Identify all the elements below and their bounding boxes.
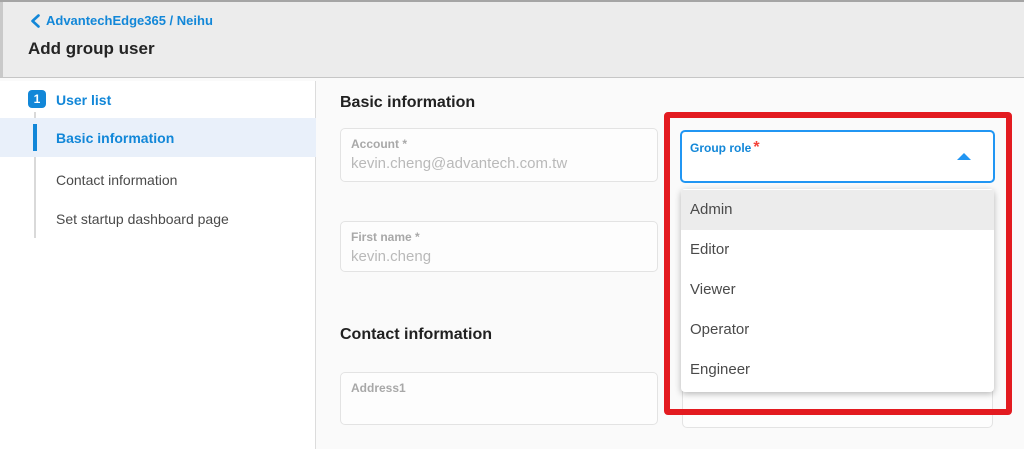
required-asterisk: *: [753, 139, 760, 156]
sidebar-item-user-list[interactable]: 1 User list: [0, 89, 316, 113]
dropdown-option-operator[interactable]: Operator: [681, 310, 994, 350]
sidebar-item-basic-information[interactable]: Basic information: [0, 118, 316, 157]
address1-label: Address1: [351, 381, 406, 395]
group-role-select[interactable]: Group role *: [680, 130, 995, 183]
sidebar-item-label: Contact information: [56, 171, 178, 188]
account-value: kevin.cheng@advantech.com.tw: [351, 155, 568, 172]
page-header: AdvantechEdge365 / Neihu Add group user: [0, 0, 1024, 78]
section-heading-basic-information: Basic information: [340, 94, 476, 111]
sidebar-item-contact-information[interactable]: Contact information: [0, 160, 316, 199]
add-group-user-page: AdvantechEdge365 / Neihu Add group user …: [0, 0, 1024, 449]
group-role-dropdown-menu: Admin Editor Viewer Operator Engineer: [681, 189, 994, 392]
sidebar-item-set-startup-dashboard-page[interactable]: Set startup dashboard page: [0, 199, 316, 238]
first-name-field[interactable]: First name * kevin.cheng: [340, 221, 658, 272]
breadcrumb-label: AdvantechEdge365 / Neihu: [46, 13, 213, 28]
page-title: Add group user: [28, 39, 155, 58]
active-indicator-bar: [33, 124, 37, 151]
back-chevron-icon: [30, 13, 40, 28]
first-name-value: kevin.cheng: [351, 248, 432, 265]
sidebar-item-label: User list: [56, 92, 112, 108]
first-name-label: First name *: [351, 230, 420, 244]
sidebar-item-label: Set startup dashboard page: [56, 210, 229, 227]
address1-field[interactable]: Address1: [340, 372, 658, 425]
chevron-up-icon[interactable]: [957, 153, 971, 160]
dropdown-option-editor[interactable]: Editor: [681, 230, 994, 270]
group-role-label: Group role: [690, 141, 752, 155]
step-number-badge: 1: [28, 90, 46, 108]
section-heading-contact-information: Contact information: [340, 326, 492, 343]
dropdown-option-engineer[interactable]: Engineer: [681, 350, 994, 390]
dropdown-option-viewer[interactable]: Viewer: [681, 270, 994, 310]
account-field[interactable]: Account * kevin.cheng@advantech.com.tw: [340, 128, 658, 182]
breadcrumb[interactable]: AdvantechEdge365 / Neihu: [30, 13, 213, 28]
sidebar-item-label: Basic information: [56, 129, 175, 146]
main-content: Basic information Account * kevin.cheng@…: [317, 79, 1024, 449]
dropdown-option-admin[interactable]: Admin: [681, 190, 994, 230]
account-label: Account *: [351, 137, 408, 151]
sidebar: 1 User list Basic information Contact in…: [0, 81, 316, 449]
